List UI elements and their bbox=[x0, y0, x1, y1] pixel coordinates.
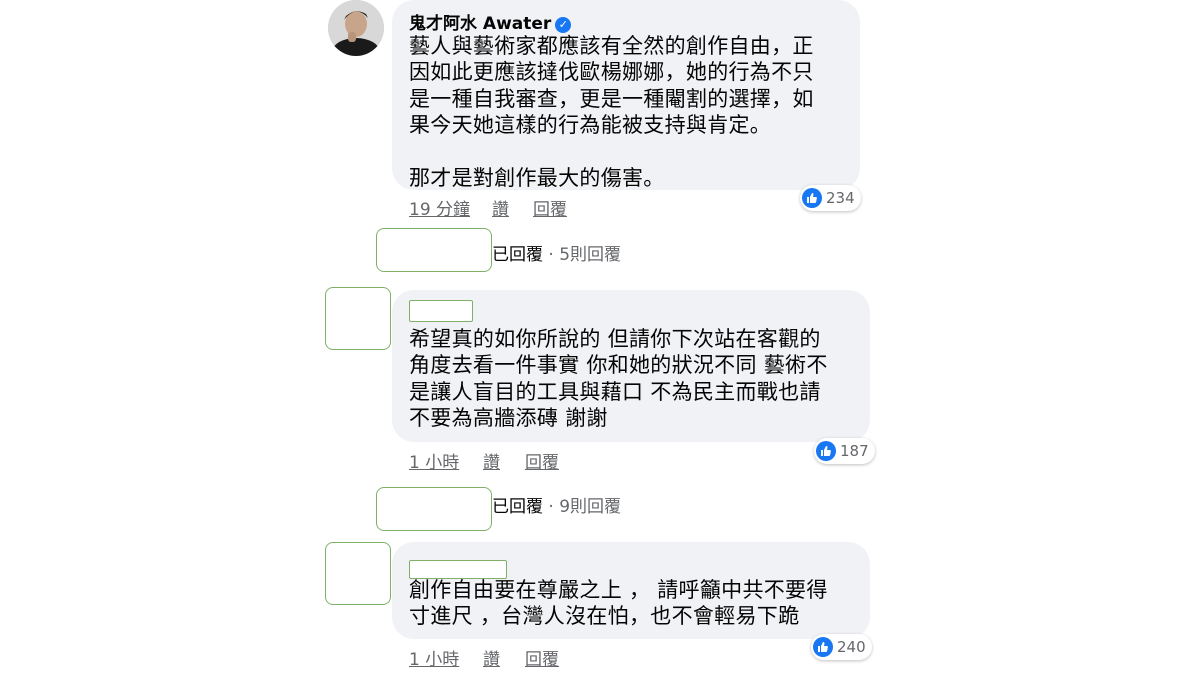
comment-text: 創作自由要在尊嚴之上 ， 請呼籲中共不要得 寸進尺 ，台灣人沒在怕，也不會輕易下… bbox=[409, 578, 828, 629]
reply-count: 5則回覆 bbox=[559, 245, 622, 265]
thumbs-up-icon bbox=[813, 637, 833, 657]
replied-label: 已回覆 bbox=[492, 497, 543, 517]
comment-author[interactable]: 鬼才阿水 Awater ✓ bbox=[409, 9, 572, 34]
reaction-count[interactable]: 240 bbox=[811, 634, 872, 660]
avatar[interactable] bbox=[328, 0, 384, 56]
reaction-count-value: 187 bbox=[840, 442, 869, 460]
verified-badge-icon: ✓ bbox=[555, 17, 572, 33]
avatar[interactable] bbox=[376, 487, 492, 531]
view-replies-link[interactable]: 已回覆 · 9則回覆 bbox=[492, 492, 621, 517]
comment-text: 希望真的如你所說的 但請你下次站在客觀的 角度去看一件事實 你和她的狀況不同 藝… bbox=[409, 327, 828, 431]
comment-text: 藝人與藝術家都應該有全然的創作自由，正 因如此更應該撻伐歐楊娜娜，她的行為不只 … bbox=[409, 34, 814, 191]
author-name[interactable]: 鬼才阿水 Awater bbox=[409, 14, 551, 34]
reply-button[interactable]: 回覆 bbox=[533, 195, 567, 220]
replied-label: 已回覆 bbox=[492, 245, 543, 265]
thumbs-up-icon bbox=[816, 441, 836, 461]
reaction-count[interactable]: 234 bbox=[800, 185, 861, 211]
reply-button[interactable]: 回覆 bbox=[525, 448, 559, 473]
timestamp-link[interactable]: 19 分鐘 bbox=[409, 195, 470, 220]
like-button[interactable]: 讚 bbox=[492, 195, 509, 220]
timestamp-link[interactable]: 1 小時 bbox=[409, 645, 459, 670]
like-button[interactable]: 讚 bbox=[483, 448, 500, 473]
like-button[interactable]: 讚 bbox=[483, 645, 500, 670]
avatar[interactable] bbox=[376, 228, 492, 272]
reply-button[interactable]: 回覆 bbox=[525, 645, 559, 670]
avatar[interactable] bbox=[325, 542, 391, 605]
reaction-count-value: 240 bbox=[837, 638, 866, 656]
thumbs-up-icon bbox=[802, 188, 822, 208]
reply-count: 9則回覆 bbox=[559, 497, 622, 517]
reaction-count[interactable]: 187 bbox=[814, 438, 875, 464]
comment-author[interactable] bbox=[409, 300, 473, 322]
avatar[interactable] bbox=[325, 287, 391, 350]
timestamp-link[interactable]: 1 小時 bbox=[409, 448, 459, 473]
view-replies-link[interactable]: 已回覆 · 5則回覆 bbox=[492, 240, 621, 265]
reaction-count-value: 234 bbox=[826, 189, 855, 207]
